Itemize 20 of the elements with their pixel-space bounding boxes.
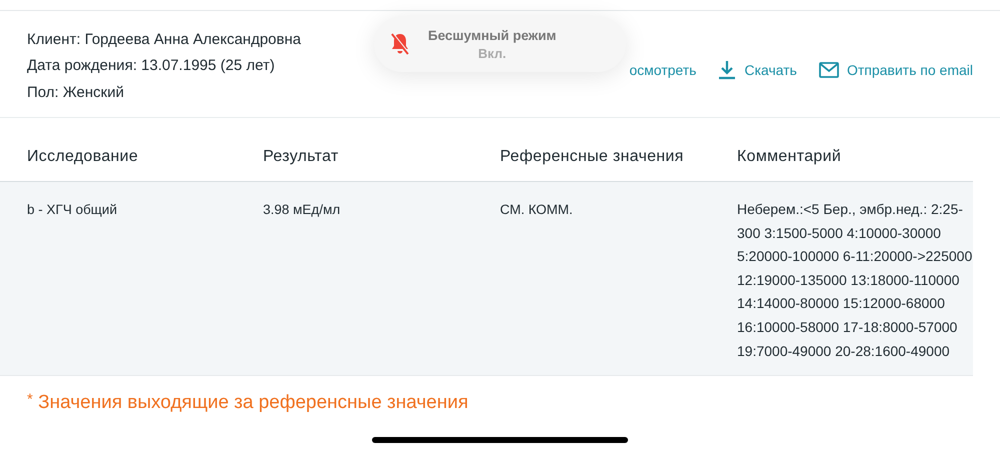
muted-bell-icon: [390, 32, 410, 56]
download-icon: [718, 60, 736, 80]
table-cell-text: b - ХГЧ общий: [27, 201, 118, 219]
legend-note: $^{*}$ Значения выходящие за референсные значения: [26, 390, 470, 414]
notification-status: Вкл.: [478, 46, 506, 60]
client-info-text: Клиент: Гордеева Анна Александровна: [27, 30, 301, 50]
column-header: Результат: [263, 148, 340, 166]
table-cell-text: Неберем.:<5 Бер., эмбр.нед.: 2:25-300 3:1500-5000 4:10000-30000 5:20000-100000 6-11:20000->225000 12:19000-135000 13:18000-110000 14:14000-80000 15:12000-68000 16:10000-58000 17-18:8000-57000 19:7000-49000 20-28:1600-49000: [737, 200, 974, 361]
download-link[interactable]: Скачать: [718, 60, 797, 80]
notification-title: Бесшумный режим: [428, 28, 556, 42]
table-cell-text: 3.98 мЕд/мл: [263, 201, 342, 219]
column-header: Референсные значения: [500, 148, 685, 166]
table-cell-text: СМ. КОММ.: [500, 201, 574, 219]
email-link[interactable]: Отправить по email: [818, 62, 973, 78]
column-header: Комментарий: [737, 148, 842, 166]
column-header: Исследование: [27, 148, 140, 166]
mail-icon: [818, 62, 839, 78]
client-info-text: Дата рождения: 13.07.1995 (25 лет): [27, 56, 276, 76]
view-link[interactable]: осмотреть: [629, 62, 696, 78]
client-info-text: Пол: Женский: [27, 82, 125, 103]
